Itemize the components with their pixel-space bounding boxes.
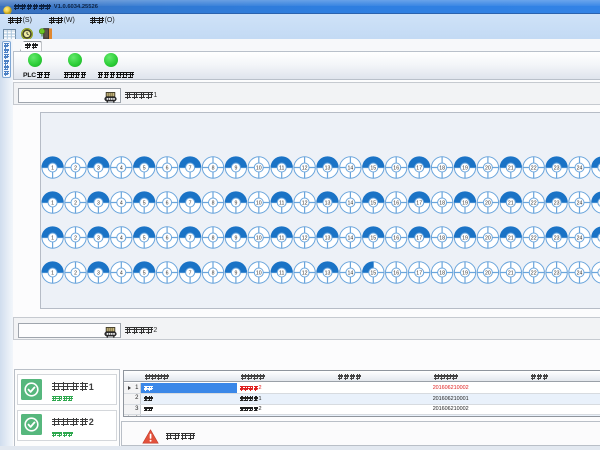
svg-text:23: 23 [554, 235, 560, 241]
svg-text:4: 4 [120, 270, 123, 276]
svg-text:17: 17 [416, 200, 422, 206]
svg-text:11: 11 [279, 200, 284, 206]
svg-text:6: 6 [166, 200, 169, 206]
svg-text:5: 5 [143, 270, 146, 276]
svg-text:19: 19 [462, 200, 468, 206]
svg-text:18: 18 [439, 270, 445, 276]
svg-text:17: 17 [416, 165, 422, 171]
svg-text:3: 3 [97, 235, 100, 241]
svg-text:11: 11 [279, 235, 284, 241]
svg-text:20: 20 [485, 235, 491, 241]
svg-text:24: 24 [577, 235, 583, 241]
svg-text:5: 5 [143, 165, 146, 171]
svg-text:21: 21 [508, 235, 514, 241]
svg-text:24: 24 [577, 165, 583, 171]
svg-text:23: 23 [554, 270, 560, 276]
svg-text:10: 10 [256, 200, 262, 206]
svg-text:9: 9 [234, 200, 237, 206]
svg-text:17: 17 [416, 235, 422, 241]
svg-text:23: 23 [554, 165, 560, 171]
svg-text:9: 9 [234, 165, 237, 171]
svg-text:12: 12 [302, 165, 308, 171]
svg-text:21: 21 [508, 200, 514, 206]
svg-text:5: 5 [143, 235, 146, 241]
svg-text:10: 10 [256, 235, 262, 241]
svg-text:16: 16 [393, 270, 399, 276]
svg-text:19: 19 [462, 235, 468, 241]
svg-text:10: 10 [256, 165, 262, 171]
svg-text:15: 15 [370, 270, 376, 276]
svg-text:9: 9 [234, 270, 237, 276]
svg-text:6: 6 [166, 235, 169, 241]
svg-text:22: 22 [531, 200, 537, 206]
svg-text:12: 12 [302, 235, 308, 241]
svg-text:12: 12 [302, 270, 308, 276]
svg-text:4: 4 [120, 165, 123, 171]
svg-text:4: 4 [120, 235, 123, 241]
svg-text:3: 3 [97, 270, 100, 276]
svg-text:18: 18 [439, 200, 445, 206]
svg-text:13: 13 [325, 200, 331, 206]
svg-text:15: 15 [370, 165, 376, 171]
svg-text:11: 11 [279, 270, 284, 276]
svg-text:7: 7 [189, 270, 192, 276]
svg-text:8: 8 [212, 165, 215, 171]
svg-text:14: 14 [348, 165, 354, 171]
svg-text:20: 20 [485, 165, 491, 171]
svg-text:20: 20 [485, 270, 491, 276]
svg-text:4: 4 [120, 200, 123, 206]
svg-text:16: 16 [393, 200, 399, 206]
svg-text:6: 6 [166, 270, 169, 276]
svg-text:8: 8 [212, 235, 215, 241]
svg-text:18: 18 [439, 235, 445, 241]
svg-text:2: 2 [74, 270, 77, 276]
svg-text:13: 13 [325, 165, 331, 171]
svg-text:7: 7 [189, 200, 192, 206]
svg-text:13: 13 [325, 235, 331, 241]
svg-text:1: 1 [51, 235, 54, 241]
svg-text:7: 7 [189, 165, 192, 171]
svg-text:14: 14 [348, 200, 354, 206]
svg-text:21: 21 [508, 270, 514, 276]
svg-text:22: 22 [531, 165, 537, 171]
svg-text:10: 10 [256, 270, 262, 276]
svg-text:1: 1 [51, 165, 54, 171]
svg-text:19: 19 [462, 165, 468, 171]
svg-text:5: 5 [143, 200, 146, 206]
svg-text:15: 15 [370, 200, 376, 206]
svg-text:14: 14 [348, 270, 354, 276]
svg-text:2: 2 [74, 165, 77, 171]
svg-text:2: 2 [74, 235, 77, 241]
svg-text:16: 16 [393, 235, 399, 241]
svg-text:20: 20 [485, 200, 491, 206]
svg-text:13: 13 [325, 270, 331, 276]
svg-text:24: 24 [577, 200, 583, 206]
svg-text:18: 18 [439, 165, 445, 171]
svg-text:1: 1 [51, 200, 54, 206]
svg-text:24: 24 [577, 270, 583, 276]
svg-text:15: 15 [370, 235, 376, 241]
svg-text:7: 7 [189, 235, 192, 241]
svg-text:16: 16 [393, 165, 399, 171]
svg-text:14: 14 [348, 235, 354, 241]
svg-text:9: 9 [234, 235, 237, 241]
svg-text:21: 21 [508, 165, 514, 171]
svg-text:3: 3 [97, 165, 100, 171]
svg-text:2: 2 [74, 200, 77, 206]
svg-text:22: 22 [531, 235, 537, 241]
svg-text:23: 23 [554, 200, 560, 206]
svg-text:8: 8 [212, 270, 215, 276]
svg-text:8: 8 [212, 200, 215, 206]
svg-text:3: 3 [97, 200, 100, 206]
svg-text:22: 22 [531, 270, 537, 276]
svg-text:19: 19 [462, 270, 468, 276]
svg-text:17: 17 [416, 270, 422, 276]
svg-text:11: 11 [279, 165, 284, 171]
svg-text:12: 12 [302, 200, 308, 206]
svg-text:1: 1 [51, 270, 54, 276]
svg-text:6: 6 [166, 165, 169, 171]
